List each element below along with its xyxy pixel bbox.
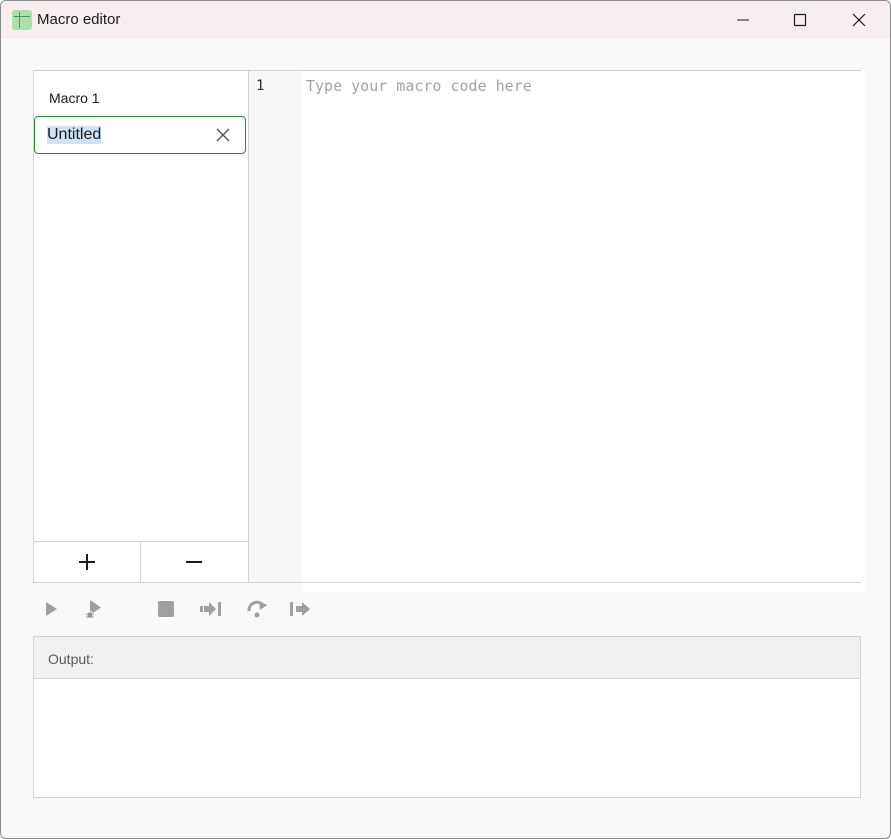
clear-icon xyxy=(216,128,230,142)
plus-icon xyxy=(79,554,95,570)
minimize-icon xyxy=(737,19,749,21)
code-editor: 1 xyxy=(249,71,866,592)
close-icon xyxy=(852,13,866,27)
line-number-gutter: 1 xyxy=(249,71,301,582)
minimize-button[interactable] xyxy=(720,1,766,39)
code-input[interactable] xyxy=(302,71,866,592)
step-out-icon xyxy=(290,602,310,616)
debug-icon xyxy=(86,600,101,619)
debug-button[interactable] xyxy=(80,595,108,623)
minus-icon xyxy=(186,561,202,563)
output-panel: Output: xyxy=(33,636,861,798)
macro-list-item[interactable]: Macro 1 xyxy=(49,90,100,106)
splitter[interactable] xyxy=(33,582,861,583)
add-macro-button[interactable] xyxy=(34,542,141,582)
stop-icon xyxy=(158,601,174,617)
run-button[interactable] xyxy=(37,595,65,623)
step-into-icon xyxy=(200,602,221,616)
maximize-icon xyxy=(793,13,807,27)
step-out-button[interactable] xyxy=(287,595,315,623)
macro-rename-field[interactable] xyxy=(34,116,246,154)
editor-pane: Macro 1 Untitled 1 Type your macro code … xyxy=(33,70,866,592)
title-bar[interactable]: Macro editor xyxy=(1,1,890,39)
macro-list-buttons xyxy=(34,541,248,582)
output-content[interactable] xyxy=(34,679,860,797)
output-label: Output: xyxy=(48,651,94,667)
macro-list: Macro 1 xyxy=(34,71,249,582)
remove-macro-button[interactable] xyxy=(141,542,247,582)
window-title: Macro editor xyxy=(37,11,121,28)
debug-toolbar xyxy=(33,595,333,623)
output-header: Output: xyxy=(34,637,860,679)
macro-name-input[interactable] xyxy=(47,125,197,145)
step-over-icon xyxy=(247,600,267,618)
line-number: 1 xyxy=(256,78,265,94)
clear-button[interactable] xyxy=(215,127,231,143)
play-icon xyxy=(46,602,57,616)
step-into-button[interactable] xyxy=(197,595,225,623)
step-over-button[interactable] xyxy=(243,595,271,623)
close-button[interactable] xyxy=(836,1,882,39)
stop-button[interactable] xyxy=(152,595,180,623)
app-icon xyxy=(12,10,32,30)
maximize-button[interactable] xyxy=(777,1,823,39)
macro-editor-window: Macro editor Macro 1 Untitled 1 Type you… xyxy=(0,0,891,839)
